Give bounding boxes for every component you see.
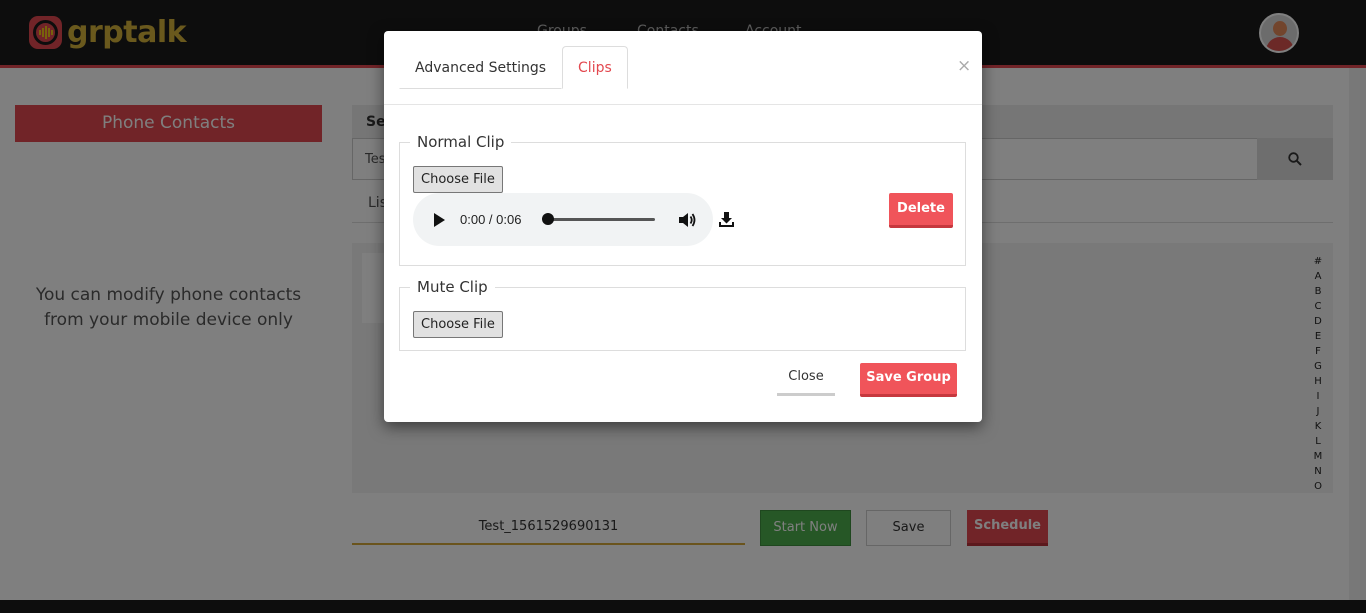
mute-clip-choose-file-button[interactable]: Choose File (413, 311, 503, 338)
audio-progress-thumb[interactable] (542, 213, 554, 225)
normal-clip-choose-file-button[interactable]: Choose File (413, 166, 503, 193)
audio-time: 0:00 / 0:06 (460, 212, 522, 227)
normal-clip-legend: Normal Clip (417, 133, 505, 151)
volume-icon[interactable] (677, 210, 697, 230)
audio-player: 0:00 / 0:06 (413, 193, 713, 246)
save-group-button[interactable]: Save Group (860, 363, 957, 397)
close-icon[interactable]: × (957, 58, 971, 75)
tab-advanced-settings[interactable]: Advanced Settings (399, 46, 563, 89)
download-icon[interactable] (718, 211, 735, 228)
clips-modal: Advanced Settings Clips × Normal Clip Mu… (384, 31, 982, 422)
close-button[interactable]: Close (777, 363, 835, 396)
tab-clips[interactable]: Clips (562, 46, 628, 89)
mute-clip-legend: Mute Clip (417, 278, 488, 296)
modal-header: Advanced Settings Clips × (384, 31, 982, 105)
delete-clip-button[interactable]: Delete (889, 193, 953, 228)
audio-progress-bar[interactable] (548, 218, 655, 221)
modal-tabs: Advanced Settings Clips (399, 46, 628, 89)
play-icon[interactable] (434, 213, 445, 227)
